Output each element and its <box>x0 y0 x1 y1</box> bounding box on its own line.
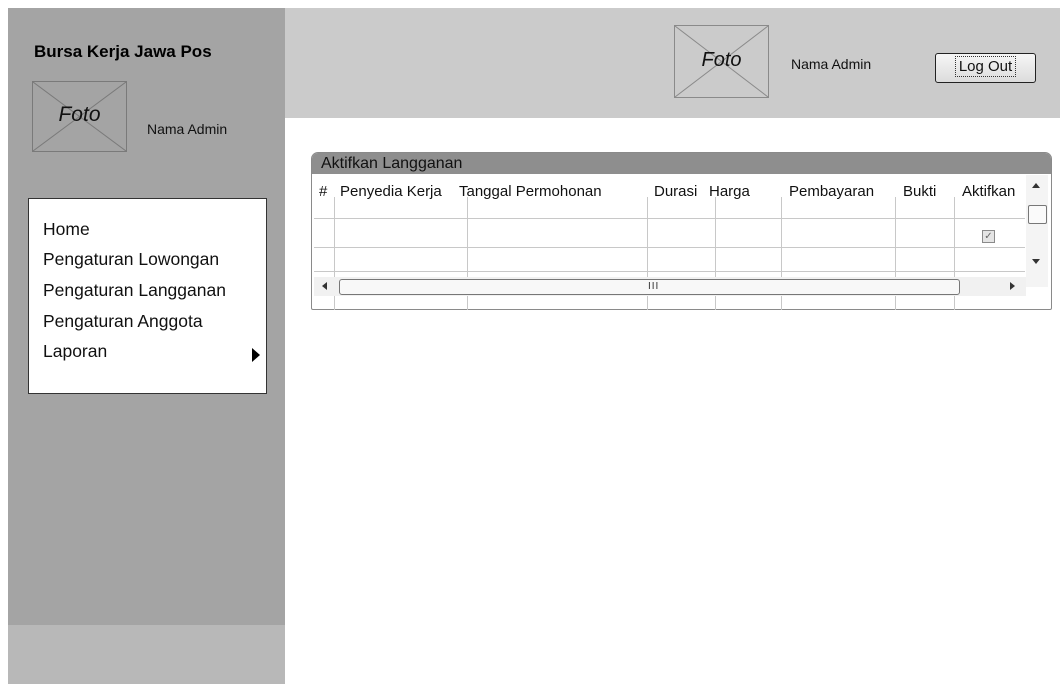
aktifkan-checkbox[interactable]: ✓ <box>982 230 995 243</box>
column-header[interactable]: Aktifkan <box>962 183 1015 200</box>
column-header[interactable]: Pembayaran <box>789 183 874 200</box>
scroll-thumb[interactable]: III <box>339 279 960 295</box>
header-photo-placeholder: Foto <box>674 25 769 98</box>
scroll-thumb[interactable] <box>1028 205 1047 224</box>
column-header[interactable]: Tanggal Permohonan <box>459 183 602 200</box>
vertical-scrollbar[interactable] <box>1026 175 1048 287</box>
table-row[interactable] <box>314 247 1025 248</box>
panel-title: Aktifkan Langganan <box>312 153 1051 174</box>
sidebar-footer <box>8 625 285 684</box>
nav-menu: Home Pengaturan Lowongan Pengaturan Lang… <box>28 198 267 394</box>
menu-item-home[interactable]: Home <box>43 219 90 240</box>
scroll-left-icon[interactable] <box>322 282 327 290</box>
column-header[interactable]: # <box>319 183 327 200</box>
menu-item-pengaturan-langganan[interactable]: Pengaturan Langganan <box>43 280 226 301</box>
header-admin-name: Nama Admin <box>791 56 872 72</box>
scroll-right-icon[interactable] <box>1010 282 1015 290</box>
admin-photo-placeholder: Foto <box>32 81 127 152</box>
admin-name: Nama Admin <box>147 121 228 137</box>
table-row[interactable] <box>314 271 1025 272</box>
column-header[interactable]: Durasi <box>654 183 697 200</box>
photo-label: Foto <box>58 103 101 126</box>
logout-label: Log Out <box>954 56 1017 77</box>
menu-item-laporan[interactable]: Laporan <box>43 341 107 362</box>
sidebar: Bursa Kerja Jawa Pos Foto Nama Admin Hom… <box>8 8 285 684</box>
logout-button[interactable]: Log Out <box>935 53 1036 83</box>
menu-item-pengaturan-anggota[interactable]: Pengaturan Anggota <box>43 311 203 332</box>
scroll-up-icon[interactable] <box>1032 183 1040 188</box>
horizontal-scrollbar[interactable]: III <box>314 277 1026 296</box>
photo-label: Foto <box>701 49 742 71</box>
top-header: Foto Nama Admin Log Out <box>285 8 1060 118</box>
scroll-down-icon[interactable] <box>1032 259 1040 264</box>
submenu-arrow-icon[interactable] <box>252 348 260 362</box>
column-header[interactable]: Bukti <box>903 183 936 200</box>
table-row[interactable] <box>314 218 1025 219</box>
column-header[interactable]: Penyedia Kerja <box>340 183 442 200</box>
scroll-grip: III <box>648 281 660 292</box>
app-title: Bursa Kerja Jawa Pos <box>34 42 212 61</box>
subscription-panel: Aktifkan Langganan # Penyedia Kerja Tang… <box>311 152 1052 310</box>
menu-item-pengaturan-lowongan[interactable]: Pengaturan Lowongan <box>43 249 219 270</box>
